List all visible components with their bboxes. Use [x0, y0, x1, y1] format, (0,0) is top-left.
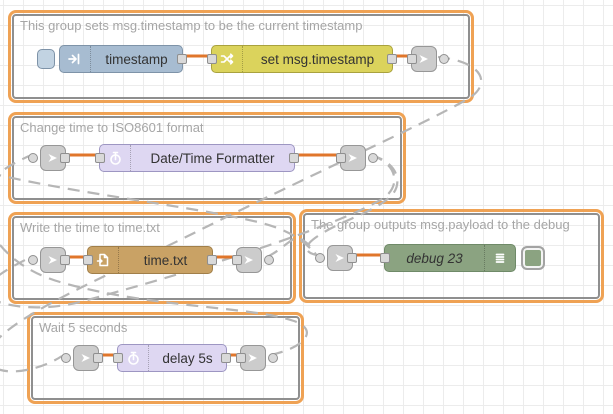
group-format[interactable]: Change time to ISO8601 format Date/Time …: [8, 112, 406, 204]
group-title: Change time to ISO8601 format: [20, 120, 204, 135]
output-port[interactable]: [60, 255, 70, 265]
link-arrow-icon: [245, 350, 261, 366]
input-port[interactable]: [83, 255, 93, 265]
link-port[interactable]: [61, 353, 71, 363]
input-port[interactable]: [407, 54, 417, 64]
node-label: Date/Time Formatter: [131, 151, 294, 166]
node-set-msg-timestamp[interactable]: set msg.timestamp: [211, 45, 393, 73]
input-port[interactable]: [232, 255, 242, 265]
debug-toggle-button[interactable]: [521, 246, 545, 270]
input-port[interactable]: [380, 253, 390, 263]
output-port[interactable]: [387, 54, 397, 64]
link-port[interactable]: [368, 153, 378, 163]
link-port[interactable]: [28, 153, 38, 163]
input-port[interactable]: [113, 353, 123, 363]
inject-trigger-button[interactable]: [37, 49, 55, 69]
link-port[interactable]: [264, 255, 274, 265]
node-delay-5s[interactable]: delay 5s: [117, 344, 227, 372]
link-port[interactable]: [439, 54, 449, 64]
link-arrow-icon: [332, 250, 348, 266]
link-arrow-icon: [78, 350, 94, 366]
node-link-in-wait[interactable]: [73, 345, 99, 371]
flow-canvas[interactable]: This group sets msg.timestamp to be the …: [0, 0, 613, 414]
group-wait[interactable]: Wait 5 seconds delay 5s: [27, 312, 304, 404]
link-arrow-icon: [416, 51, 432, 67]
node-label: time.txt: [119, 253, 212, 268]
node-file-time-txt[interactable]: time.txt: [87, 246, 213, 274]
node-link-out-timestamp[interactable]: [411, 46, 437, 72]
link-arrow-icon: [241, 252, 257, 268]
input-port[interactable]: [95, 153, 105, 163]
node-label: delay 5s: [149, 351, 226, 366]
node-link-in-debug[interactable]: [327, 245, 353, 271]
output-port[interactable]: [177, 54, 187, 64]
node-link-out-wait[interactable]: [240, 345, 266, 371]
group-title: This group sets msg.timestamp to be the …: [20, 18, 362, 33]
node-label: debug 23: [385, 251, 484, 266]
node-inject-timestamp[interactable]: timestamp: [59, 45, 183, 73]
link-port[interactable]: [28, 255, 38, 265]
link-arrow-icon: [345, 150, 361, 166]
output-port[interactable]: [60, 153, 70, 163]
node-link-out-format[interactable]: [340, 145, 366, 171]
link-arrow-icon: [45, 150, 61, 166]
input-port[interactable]: [236, 353, 246, 363]
link-port[interactable]: [268, 353, 278, 363]
node-link-in-write[interactable]: [40, 247, 66, 273]
node-datetime-formatter[interactable]: Date/Time Formatter: [99, 144, 295, 172]
group-debug[interactable]: The group outputs msg.payload to the deb…: [299, 209, 604, 303]
node-label: set msg.timestamp: [243, 52, 392, 67]
link-arrow-icon: [45, 252, 61, 268]
link-port[interactable]: [315, 253, 325, 263]
node-link-out-write[interactable]: [236, 247, 262, 273]
debug-list-icon: [484, 245, 515, 271]
node-debug-23[interactable]: debug 23: [384, 244, 516, 272]
group-write-file[interactable]: Write the time to time.txt time.txt: [8, 212, 296, 304]
node-link-in-format[interactable]: [40, 145, 66, 171]
group-title: Wait 5 seconds: [39, 320, 127, 335]
output-port[interactable]: [347, 253, 357, 263]
input-port[interactable]: [336, 153, 346, 163]
group-title: Write the time to time.txt: [20, 220, 160, 235]
input-port[interactable]: [207, 54, 217, 64]
output-port[interactable]: [289, 153, 299, 163]
output-port[interactable]: [221, 353, 231, 363]
node-label: timestamp: [91, 52, 182, 67]
inject-arrow-icon: [60, 46, 91, 72]
output-port[interactable]: [207, 255, 217, 265]
output-port[interactable]: [93, 353, 103, 363]
